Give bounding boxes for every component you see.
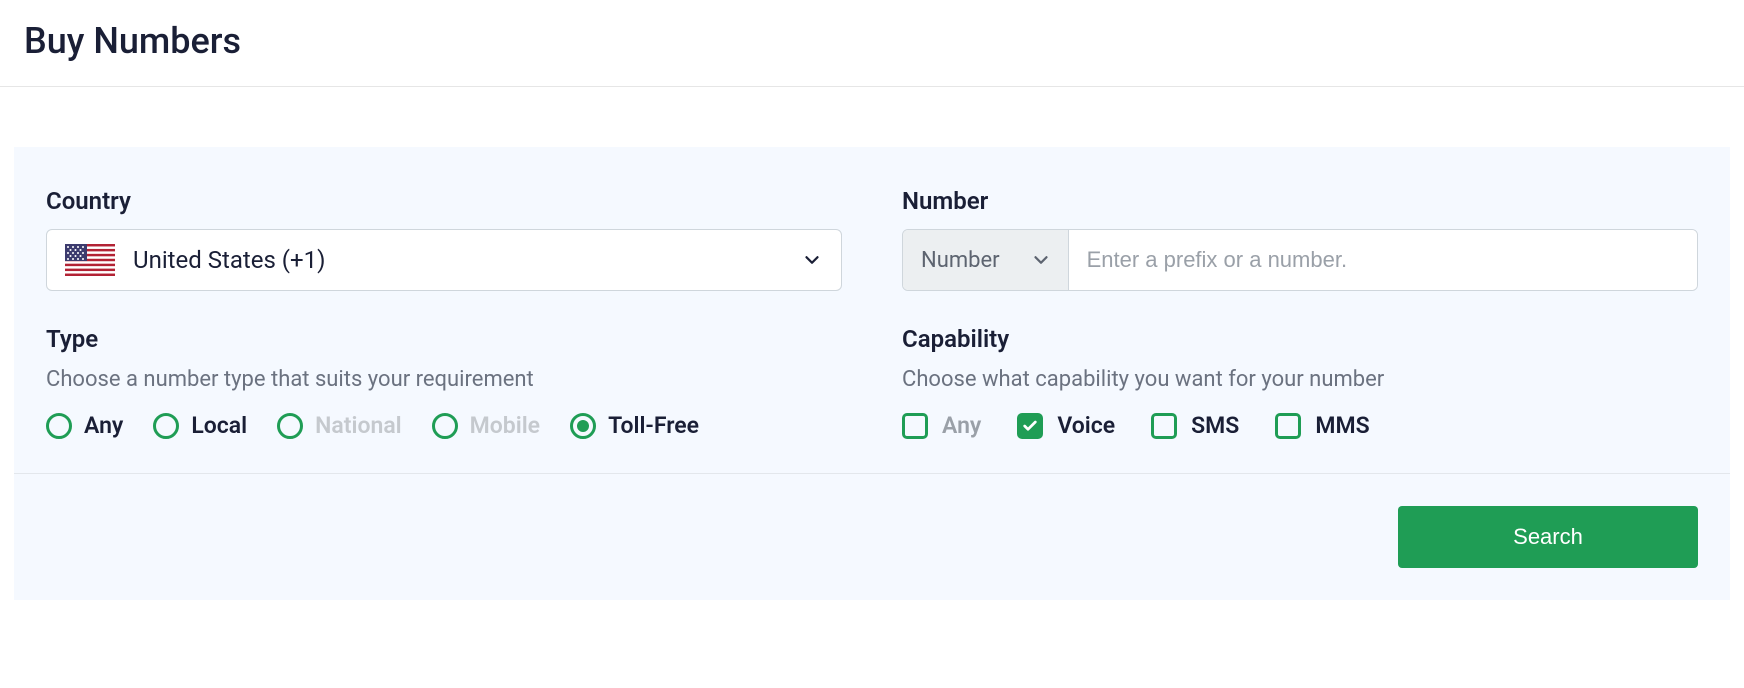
capability-check-any[interactable]: Any bbox=[902, 412, 981, 439]
number-label: Number bbox=[902, 187, 1698, 215]
us-flag-icon bbox=[65, 244, 115, 276]
type-field: Type Choose a number type that suits you… bbox=[46, 325, 842, 439]
type-radio-local[interactable]: Local bbox=[153, 412, 247, 439]
type-label: Type bbox=[46, 325, 842, 353]
chevron-down-icon bbox=[801, 249, 823, 271]
type-radio-any[interactable]: Any bbox=[46, 412, 123, 439]
number-type-text: Number bbox=[921, 248, 1000, 273]
capability-check-label: Any bbox=[942, 412, 981, 439]
radio-icon bbox=[153, 413, 179, 439]
type-radio-label: Mobile bbox=[470, 412, 540, 439]
number-input-group: Number bbox=[902, 229, 1698, 291]
capability-check-label: SMS bbox=[1191, 412, 1239, 439]
type-radio-label: National bbox=[315, 412, 402, 439]
type-sub: Choose a number type that suits your req… bbox=[46, 367, 842, 392]
type-radio-label: Local bbox=[191, 412, 247, 439]
radio-icon bbox=[570, 413, 596, 439]
number-input[interactable] bbox=[1069, 230, 1697, 290]
row-type-capability: Type Choose a number type that suits you… bbox=[46, 325, 1698, 439]
form-footer: Search bbox=[14, 473, 1730, 568]
country-label: Country bbox=[46, 187, 842, 215]
type-radio-mobile[interactable]: Mobile bbox=[432, 412, 540, 439]
checkbox-icon bbox=[1017, 413, 1043, 439]
type-radio-national[interactable]: National bbox=[277, 412, 402, 439]
checkbox-icon bbox=[1275, 413, 1301, 439]
type-radio-tollfree[interactable]: Toll-Free bbox=[570, 412, 699, 439]
radio-icon bbox=[277, 413, 303, 439]
radio-dot-icon bbox=[577, 420, 589, 432]
capability-check-label: MMS bbox=[1315, 412, 1369, 439]
country-select[interactable]: United States (+1) bbox=[46, 229, 842, 291]
capability-sub: Choose what capability you want for your… bbox=[902, 367, 1698, 392]
chevron-down-icon bbox=[1030, 249, 1052, 271]
radio-icon bbox=[46, 413, 72, 439]
capability-check-voice[interactable]: Voice bbox=[1017, 412, 1115, 439]
search-button[interactable]: Search bbox=[1398, 506, 1698, 568]
type-radio-label: Any bbox=[84, 412, 123, 439]
country-field: Country bbox=[46, 187, 842, 291]
page-header: Buy Numbers bbox=[0, 0, 1744, 87]
number-type-select[interactable]: Number bbox=[903, 230, 1069, 290]
radio-icon bbox=[432, 413, 458, 439]
checkmark-icon bbox=[1022, 418, 1038, 434]
type-options: Any Local National Mobile Toll-Free bbox=[46, 412, 842, 439]
capability-label: Capability bbox=[902, 325, 1698, 353]
checkbox-icon bbox=[902, 413, 928, 439]
page-title: Buy Numbers bbox=[24, 20, 1720, 62]
number-field: Number Number bbox=[902, 187, 1698, 291]
capability-check-mms[interactable]: MMS bbox=[1275, 412, 1369, 439]
capability-check-sms[interactable]: SMS bbox=[1151, 412, 1239, 439]
capability-options: Any Voice SMS MMS bbox=[902, 412, 1698, 439]
row-country-number: Country bbox=[46, 187, 1698, 291]
type-radio-label: Toll-Free bbox=[608, 412, 699, 439]
capability-field: Capability Choose what capability you wa… bbox=[902, 325, 1698, 439]
country-selected-text: United States (+1) bbox=[133, 246, 801, 274]
capability-check-label: Voice bbox=[1057, 412, 1115, 439]
buy-numbers-form: Country bbox=[14, 147, 1730, 600]
checkbox-icon bbox=[1151, 413, 1177, 439]
